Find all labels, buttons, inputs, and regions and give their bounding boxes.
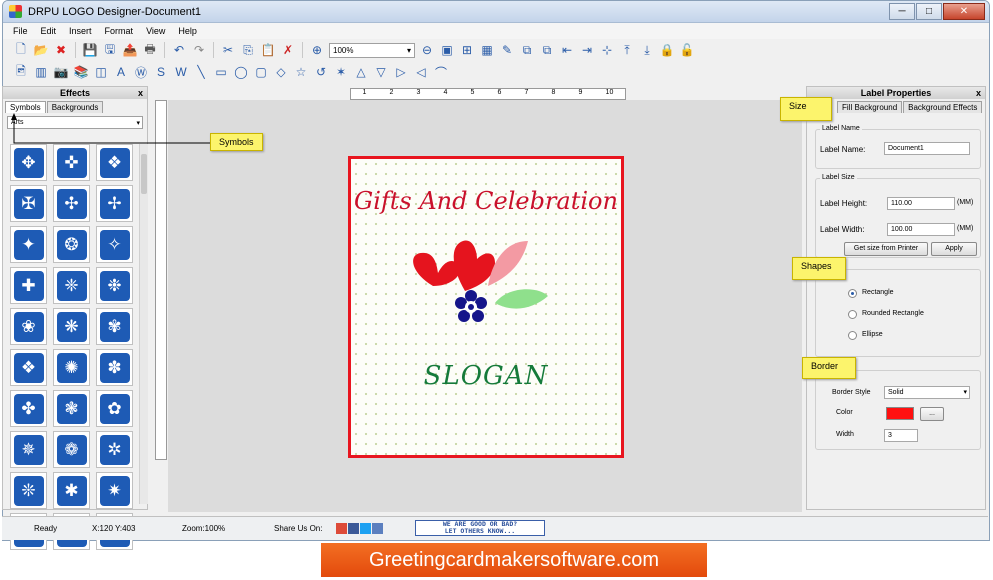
status-bar: Ready X:120 Y:403 Zoom:100% Share Us On:… [2, 516, 988, 540]
border-callout: Border [802, 357, 856, 379]
google-plus-icon[interactable] [336, 523, 347, 534]
facebook-icon[interactable] [348, 523, 359, 534]
website-banner: Greetingcardmakersoftware.com [321, 543, 707, 577]
size-callout: Size [780, 97, 832, 121]
callout-connector-lines [11, 113, 210, 144]
feedback-button[interactable]: WE ARE GOOD OR BAD? LET OTHERS KNOW... [415, 520, 545, 536]
share-icons [336, 523, 383, 534]
feedback-line-2: LET OTHERS KNOW... [444, 527, 516, 535]
share-more-icon[interactable] [372, 523, 383, 534]
shapes-callout: Shapes [792, 257, 846, 280]
status-zoom: Zoom:100% [182, 524, 226, 533]
status-coords: X:120 Y:403 [92, 524, 136, 533]
status-ready: Ready [34, 524, 58, 533]
share-label: Share Us On: [274, 524, 323, 533]
twitter-icon[interactable] [360, 523, 371, 534]
banner-text: Greetingcardmakersoftware.com [368, 548, 660, 571]
